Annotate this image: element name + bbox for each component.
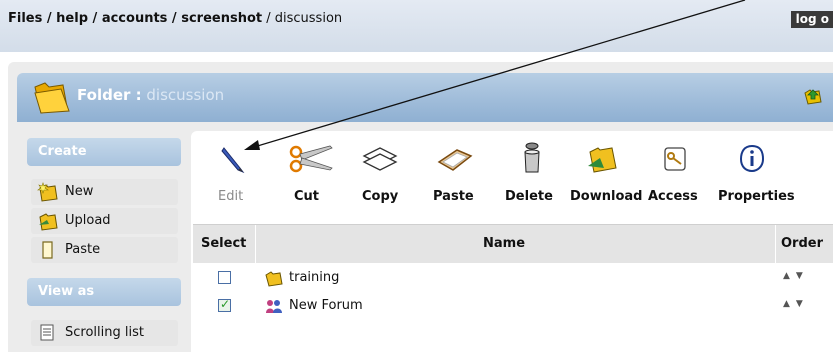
- scissors-icon: [289, 145, 333, 173]
- properties-button[interactable]: [737, 140, 767, 176]
- copy-label[interactable]: Copy: [362, 189, 398, 204]
- view-title: View as: [38, 284, 95, 299]
- properties-label[interactable]: Properties: [718, 189, 795, 204]
- column-divider: [255, 225, 256, 263]
- download-label[interactable]: Download: [570, 189, 642, 204]
- breadcrumb-separator: /: [88, 11, 102, 26]
- row-checkbox[interactable]: [218, 271, 231, 284]
- key-icon: [664, 147, 686, 171]
- download-button[interactable]: [586, 140, 620, 176]
- cut-label[interactable]: Cut: [294, 189, 319, 204]
- folder-icon: [31, 81, 71, 119]
- paste-button[interactable]: [435, 140, 475, 176]
- breadcrumb-files[interactable]: Files: [8, 11, 42, 26]
- list-icon: [37, 323, 59, 347]
- spacer: [0, 52, 833, 60]
- order-column-header: Order: [781, 236, 823, 251]
- access-button[interactable]: [660, 140, 690, 176]
- sidebar-item-upload[interactable]: Upload: [31, 208, 178, 234]
- breadcrumb-separator: /: [42, 11, 57, 26]
- sidebar-item-new[interactable]: New: [31, 179, 178, 205]
- cut-button[interactable]: [288, 140, 336, 176]
- copy-button[interactable]: [360, 140, 400, 176]
- logout-button[interactable]: log o: [790, 11, 833, 28]
- checkmark-icon: ✓: [220, 297, 231, 311]
- order-arrows[interactable]: ▲▼: [783, 299, 809, 309]
- row-checkbox[interactable]: ✓: [218, 297, 231, 312]
- view-section-header: View as: [27, 278, 181, 306]
- breadcrumb-accounts[interactable]: accounts: [102, 11, 168, 26]
- column-divider: [775, 225, 776, 263]
- create-section-header: Create: [27, 138, 181, 166]
- paste-page-icon: [37, 240, 59, 264]
- sidebar-item-scrolling-list[interactable]: Scrolling list: [31, 320, 178, 346]
- edit-button[interactable]: [218, 140, 248, 176]
- sidebar-item-label: Upload: [65, 213, 111, 228]
- info-icon: [739, 144, 765, 173]
- table-row: training ▲▼: [193, 265, 833, 290]
- name-column-header[interactable]: Name: [483, 236, 525, 251]
- breadcrumb-current: discussion: [274, 11, 343, 26]
- edit-label[interactable]: Edit: [218, 189, 243, 204]
- create-title: Create: [38, 144, 87, 159]
- row-name-link[interactable]: New Forum: [289, 298, 363, 313]
- delete-label[interactable]: Delete: [505, 189, 553, 204]
- sidebar-item-label: Scrolling list: [65, 325, 144, 340]
- upload-icon: [37, 211, 59, 235]
- copy-icon: [362, 147, 398, 171]
- folder-header: Folder : discussion: [17, 73, 833, 122]
- paste-label[interactable]: Paste: [433, 189, 474, 204]
- folder-name: discussion: [146, 86, 225, 104]
- forum-icon: [264, 297, 284, 319]
- clipboard-icon: [437, 149, 473, 171]
- folder-label: Folder :: [77, 86, 142, 104]
- up-folder-icon[interactable]: [803, 87, 823, 109]
- table-row: ✓ New Forum ▲▼: [193, 293, 833, 318]
- sidebar-item-label: Paste: [65, 242, 101, 257]
- order-arrows[interactable]: ▲▼: [783, 271, 809, 281]
- trash-can-icon: [524, 142, 540, 173]
- sidebar-item-paste[interactable]: Paste: [31, 237, 178, 263]
- new-folder-icon: [37, 182, 59, 206]
- folder-title: Folder : discussion: [77, 86, 224, 104]
- breadcrumb-separator: /: [167, 11, 182, 26]
- breadcrumb-separator: /: [262, 11, 275, 26]
- delete-button[interactable]: [518, 140, 546, 176]
- access-label[interactable]: Access: [648, 189, 698, 204]
- breadcrumb-help[interactable]: help: [56, 11, 88, 26]
- download-folder-icon: [588, 147, 617, 173]
- breadcrumb: Files / help / accounts / screenshot / d…: [8, 11, 342, 26]
- breadcrumb-screenshot[interactable]: screenshot: [181, 11, 262, 26]
- pencil-icon: [221, 147, 245, 174]
- table-header: Select Name Order: [193, 224, 833, 263]
- folder-icon: [264, 269, 284, 291]
- sidebar-item-label: New: [65, 184, 94, 199]
- select-column-header: Select: [201, 236, 247, 251]
- row-name-link[interactable]: training: [289, 270, 339, 285]
- top-bar: Files / help / accounts / screenshot / d…: [0, 0, 833, 52]
